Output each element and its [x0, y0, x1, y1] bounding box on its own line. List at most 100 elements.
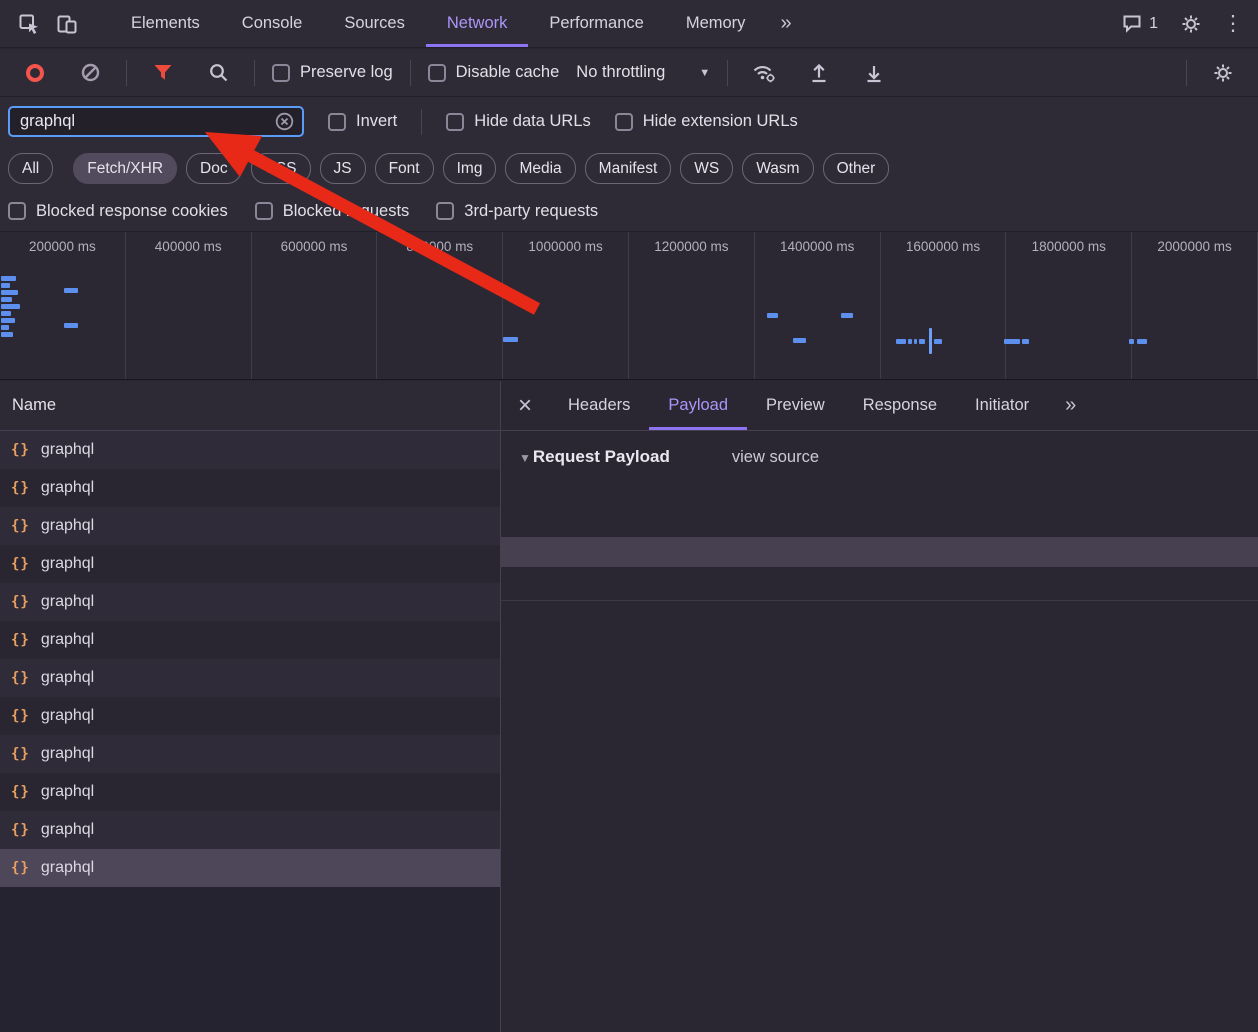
chip-img[interactable]: Img — [443, 153, 497, 184]
third-party-requests-checkbox[interactable] — [436, 202, 454, 220]
payload-variables-row[interactable]: ▶variables: {accountTag: "b12e3b2192ee55… — [501, 567, 1258, 597]
json-braces-icon: {} — [11, 556, 30, 572]
tab-initiator[interactable]: Initiator — [956, 381, 1048, 430]
invert-toggle[interactable]: Invert — [328, 112, 397, 131]
request-row[interactable]: {} graphql — [0, 849, 500, 887]
request-row[interactable]: {} graphql — [0, 507, 500, 545]
chip-other[interactable]: Other — [823, 153, 890, 184]
waterfall-bar — [1, 283, 10, 288]
throttling-value: No throttling — [576, 63, 665, 82]
chip-font[interactable]: Font — [375, 153, 434, 184]
request-row[interactable]: {} graphql — [0, 621, 500, 659]
chip-js[interactable]: JS — [320, 153, 366, 184]
request-list: {} graphql {} graphql {} graphql {} — [0, 431, 500, 1032]
payload-root-row[interactable]: ▼{operationName: "ipFlowTimeseries", var… — [501, 477, 1258, 507]
request-name: graphql — [41, 441, 94, 459]
request-name: graphql — [41, 783, 94, 801]
tab-performance[interactable]: Performance — [528, 0, 664, 47]
hide-data-urls-toggle[interactable]: Hide data URLs — [446, 112, 590, 131]
request-row[interactable]: {} graphql — [0, 545, 500, 583]
console-messages-button[interactable]: 1 — [1116, 14, 1164, 33]
toolbar-divider — [421, 109, 422, 135]
hide-extension-urls-label: Hide extension URLs — [643, 112, 798, 131]
payload-operation-name-row[interactable]: operationName: "ipFlowTimeseries" — [501, 507, 1258, 537]
blocked-response-cookies-toggle[interactable]: Blocked response cookies — [8, 202, 228, 221]
payload-section-title: Request Payload — [533, 447, 670, 467]
chip-media[interactable]: Media — [505, 153, 575, 184]
toolbar-divider — [1186, 60, 1187, 86]
more-panels-icon[interactable]: » — [766, 0, 805, 47]
request-row[interactable]: {} graphql — [0, 811, 500, 849]
request-row[interactable]: {} graphql — [0, 659, 500, 697]
request-row[interactable]: {} graphql — [0, 469, 500, 507]
network-conditions-icon[interactable] — [745, 54, 783, 92]
preserve-log-toggle[interactable]: Preserve log — [272, 63, 393, 82]
chip-manifest[interactable]: Manifest — [585, 153, 672, 184]
json-braces-icon: {} — [11, 594, 30, 610]
request-row[interactable]: {} graphql — [0, 773, 500, 811]
waterfall-bar — [1, 311, 11, 316]
blocked-requests-checkbox[interactable] — [255, 202, 273, 220]
waterfall-overview[interactable]: 200000 ms 400000 ms 600000 ms 800000 ms … — [0, 232, 1258, 380]
main-tab-bar: Elements Console Sources Network Perform… — [0, 0, 1258, 48]
hide-extension-urls-toggle[interactable]: Hide extension URLs — [615, 112, 798, 131]
tab-preview[interactable]: Preview — [747, 381, 844, 430]
tab-elements[interactable]: Elements — [110, 0, 221, 47]
payload-query-row[interactable]: query: "query ipFlowTimeseries($accountT… — [501, 537, 1258, 567]
network-settings-icon[interactable] — [1204, 54, 1242, 92]
disable-cache-checkbox[interactable] — [428, 64, 446, 82]
section-collapse-icon[interactable]: ▼ — [519, 451, 531, 465]
search-icon[interactable] — [199, 54, 237, 92]
tab-response[interactable]: Response — [844, 381, 956, 430]
toolbar-divider — [126, 60, 127, 86]
message-bubble-icon — [1122, 14, 1142, 33]
blocked-requests-label: Blocked requests — [283, 202, 410, 221]
chip-wasm[interactable]: Wasm — [742, 153, 813, 184]
filter-input[interactable] — [20, 112, 275, 131]
name-column-header[interactable]: Name — [0, 381, 500, 431]
chip-fetch-xhr[interactable]: Fetch/XHR — [73, 153, 177, 184]
more-detail-tabs-icon[interactable]: » — [1052, 394, 1089, 417]
preserve-log-label: Preserve log — [300, 63, 393, 82]
request-row[interactable]: {} graphql — [0, 583, 500, 621]
hide-extension-urls-checkbox[interactable] — [615, 113, 633, 131]
disable-cache-toggle[interactable]: Disable cache — [428, 63, 560, 82]
close-icon[interactable]: × — [501, 381, 549, 430]
tab-sources[interactable]: Sources — [323, 0, 426, 47]
kebab-menu-icon[interactable]: ⋮ — [1218, 5, 1248, 43]
device-toolbar-icon[interactable] — [48, 5, 86, 43]
request-row[interactable]: {} graphql — [0, 735, 500, 773]
inspect-icon[interactable] — [10, 5, 48, 43]
json-braces-icon: {} — [11, 860, 30, 876]
preserve-log-checkbox[interactable] — [272, 64, 290, 82]
third-party-requests-toggle[interactable]: 3rd-party requests — [436, 202, 598, 221]
tab-headers[interactable]: Headers — [549, 381, 649, 430]
settings-icon[interactable] — [1172, 5, 1210, 43]
blocked-requests-toggle[interactable]: Blocked requests — [255, 202, 410, 221]
tab-payload[interactable]: Payload — [649, 381, 747, 430]
chip-doc[interactable]: Doc — [186, 153, 242, 184]
chip-css[interactable]: CSS — [251, 153, 311, 184]
tab-network[interactable]: Network — [426, 0, 529, 47]
chip-all[interactable]: All — [8, 153, 53, 184]
throttling-select[interactable]: No throttling ▼ — [576, 63, 710, 82]
json-braces-icon: {} — [11, 518, 30, 534]
waterfall-bar — [1, 318, 15, 323]
import-har-icon[interactable] — [800, 54, 838, 92]
invert-checkbox[interactable] — [328, 113, 346, 131]
request-row[interactable]: {} graphql — [0, 431, 500, 469]
waterfall-bar — [503, 337, 518, 342]
export-har-icon[interactable] — [855, 54, 893, 92]
hide-data-urls-checkbox[interactable] — [446, 113, 464, 131]
filter-icon[interactable] — [144, 54, 182, 92]
clear-network-log-button[interactable] — [71, 54, 109, 92]
tab-console[interactable]: Console — [221, 0, 324, 47]
tab-memory[interactable]: Memory — [665, 0, 767, 47]
request-row[interactable]: {} graphql — [0, 697, 500, 735]
blocked-response-cookies-checkbox[interactable] — [8, 202, 26, 220]
chip-ws[interactable]: WS — [680, 153, 733, 184]
clear-filter-icon[interactable] — [275, 112, 294, 131]
view-source-link[interactable]: view source — [732, 448, 819, 467]
record-button[interactable] — [16, 54, 54, 92]
waterfall-bar — [767, 313, 778, 318]
